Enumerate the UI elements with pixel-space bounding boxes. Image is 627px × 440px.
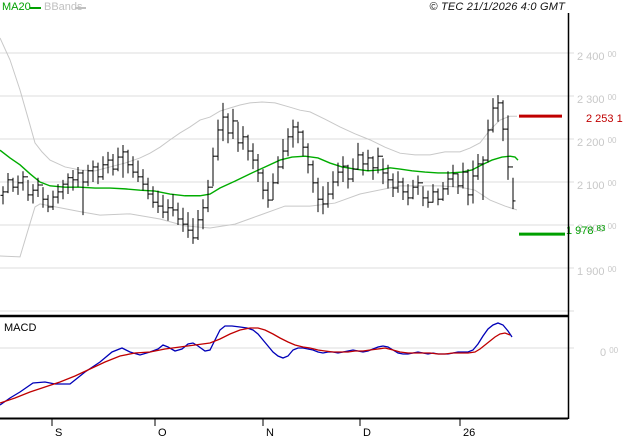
macd-signal-line xyxy=(0,327,511,404)
price-axis-label: 2 400 00 xyxy=(577,50,617,63)
bollinger-lower-line xyxy=(0,185,518,258)
macd-line xyxy=(0,322,513,406)
price-axis-label: 2 100 00 xyxy=(577,179,617,192)
ma20-legend-label: MA20 xyxy=(2,1,31,13)
support-price-label: 1 978 83 xyxy=(566,224,606,237)
month-label: N xyxy=(266,427,274,439)
month-label: 26 xyxy=(463,427,475,439)
copyright-timestamp-label: © TEC 21/1/2026 4:0 GMT xyxy=(429,1,565,13)
macd-panel-label: MACD xyxy=(4,322,37,334)
ma20-legend-swatch xyxy=(30,7,41,9)
resistance-price-label: 2 253 1 xyxy=(586,113,623,125)
price-axis-label: 2 200 00 xyxy=(577,136,617,149)
bollinger-upper-line xyxy=(0,37,517,172)
stock-chart-screen: 2 400 00 2 300 00 2 200 00 2 100 00 2 000 00… xyxy=(0,0,627,440)
month-label: O xyxy=(158,427,167,439)
price-axis-label: 1 900 00 xyxy=(577,265,617,278)
bbands-legend-swatch xyxy=(75,7,86,9)
month-label: S xyxy=(55,427,62,439)
month-label: D xyxy=(363,427,371,439)
macd-zero-label: 0 00 xyxy=(600,346,619,359)
price-axis-label: 2 300 00 xyxy=(577,93,617,106)
price-chart-canvas: 2 400 002 300 002 200 002 100 002 000 00… xyxy=(0,13,623,439)
